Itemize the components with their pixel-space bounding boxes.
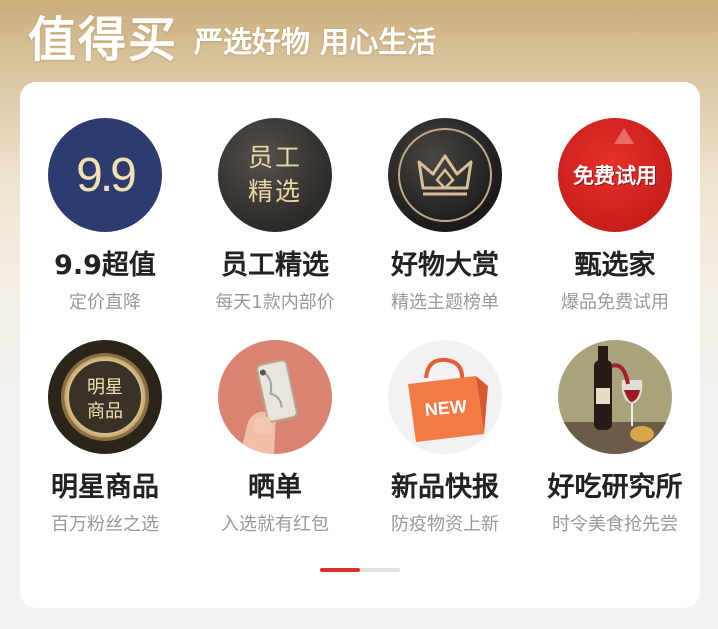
free-trial-icon: 免费试用	[558, 118, 672, 232]
tile-title: 好吃研究所	[547, 472, 683, 503]
tile-subtitle: 时令美食抢先尝	[552, 514, 678, 535]
tile-star-products[interactable]: 明星 商品 明星商品 百万粉丝之选	[20, 340, 190, 540]
tile-title: 晒单	[248, 472, 302, 503]
tile-subtitle: 精选主题榜单	[391, 292, 499, 313]
tile-staff-pick[interactable]: 员工 精选 员工精选 每天1款内部价	[190, 118, 360, 340]
tile-title: 新品快报	[391, 472, 499, 503]
tile-subtitle: 每天1款内部价	[215, 292, 335, 313]
icon-label-line-1: 明星	[87, 377, 123, 398]
tile-value-9-9[interactable]: 9.9 9.9超值 定价直降	[20, 118, 190, 340]
category-grid: 9.9 9.9超值 定价直降 员工 精选 员工精选 每天1款内部价 好物大赏 精…	[20, 118, 700, 540]
tile-show-orders[interactable]: 晒单 入选就有红包	[190, 340, 360, 540]
star-product-seal-icon: 明星 商品	[48, 340, 162, 454]
tile-subtitle: 定价直降	[69, 292, 141, 313]
icon-label: NEW	[424, 396, 468, 420]
tile-food-lab[interactable]: 好吃研究所 时令美食抢先尝	[530, 340, 700, 540]
tile-subtitle: 爆品免费试用	[561, 292, 669, 313]
tile-new-arrivals[interactable]: NEW 新品快报 防疫物资上新	[360, 340, 530, 540]
tile-title: 9.9超值	[54, 250, 156, 281]
tile-selection-expert[interactable]: 免费试用 甄选家 爆品免费试用	[530, 118, 700, 340]
icon-label: 9.9	[76, 148, 137, 202]
tile-title: 明星商品	[51, 472, 159, 503]
category-card: 9.9 9.9超值 定价直降 员工 精选 员工精选 每天1款内部价 好物大赏 精…	[20, 82, 700, 608]
price-9-9-icon: 9.9	[48, 118, 162, 232]
icon-label-line-2: 精选	[247, 177, 302, 206]
page-indicator-active	[320, 568, 360, 572]
staff-pick-icon: 员工 精选	[218, 118, 332, 232]
tile-subtitle: 百万粉丝之选	[51, 514, 159, 535]
tile-title: 好物大赏	[391, 250, 499, 281]
phone-in-hand-icon	[218, 340, 332, 454]
tile-subtitle: 防疫物资上新	[391, 514, 499, 535]
crown-icon	[388, 118, 502, 232]
icon-label-line-1: 员工	[247, 143, 302, 172]
wine-food-icon	[558, 340, 672, 454]
tile-subtitle: 入选就有红包	[221, 514, 329, 535]
slogan: 严选好物 用心生活	[194, 25, 437, 59]
header: 值得买 严选好物 用心生活	[28, 0, 436, 70]
new-shopping-bag-icon: NEW	[388, 340, 502, 454]
tile-title: 甄选家	[574, 250, 656, 281]
brand-logo[interactable]: 值得买	[28, 0, 178, 70]
tile-good-things-award[interactable]: 好物大赏 精选主题榜单	[360, 118, 530, 340]
icon-label: 免费试用	[573, 164, 657, 188]
icon-label-line-2: 商品	[87, 401, 123, 422]
tile-title: 员工精选	[221, 250, 329, 281]
page-indicator[interactable]	[320, 568, 400, 572]
